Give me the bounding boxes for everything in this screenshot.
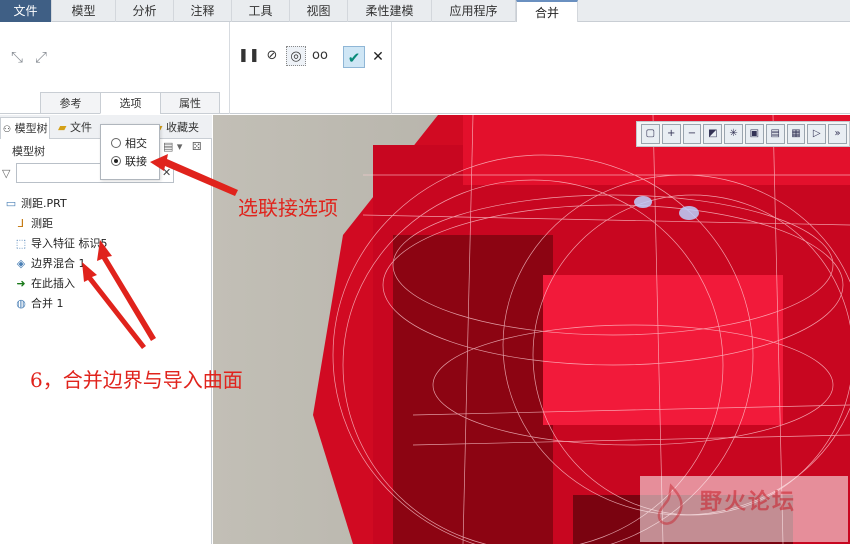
tab-merge[interactable]: 合并: [516, 0, 578, 22]
more-icon[interactable]: »: [828, 124, 847, 144]
ribbon-control-group: ❚❚ ⊘ ◎ oo: [230, 22, 392, 114]
option-intersect-label: 相交: [125, 137, 147, 150]
spin-center-icon[interactable]: ✳: [724, 124, 743, 144]
menu-bar: 文件 模型 分析 注释 工具 视图 柔性建模 应用程序 合并: [0, 0, 850, 22]
import-feature-icon: ⬚: [15, 237, 27, 250]
tree-item-label: 测距: [31, 217, 53, 230]
tree-item-label: 在此插入: [31, 277, 75, 290]
boundary-blend-icon: ◈: [16, 257, 26, 270]
cancel-button[interactable]: ✕: [370, 46, 386, 68]
insert-here-arrow-icon: ➜: [16, 277, 26, 290]
tree-item-csys[interactable]: ⅃ 测距: [14, 215, 53, 233]
tab-tools[interactable]: 工具: [232, 0, 290, 22]
zoom-out-icon[interactable]: −: [682, 124, 702, 144]
tab-model-tree[interactable]: ⚇ 模型树: [0, 117, 50, 139]
tab-favorites-label: 收藏夹: [165, 121, 199, 134]
view-manager-icon[interactable]: ▦: [786, 124, 806, 144]
part-icon: ▭: [5, 197, 17, 210]
merge-icon: ◍: [16, 297, 26, 310]
tab-model[interactable]: 模型: [52, 0, 116, 22]
preview-icon[interactable]: ◎: [286, 46, 306, 66]
watermark-logo: [657, 483, 683, 525]
check-icon: ✔: [347, 49, 361, 67]
tree-item-merge[interactable]: ◍ 合并 1: [14, 295, 64, 313]
tree-item-label: 边界混合 1: [31, 257, 86, 270]
filter-icon[interactable]: ▽: [2, 167, 16, 181]
option-join[interactable]: 联接: [111, 153, 147, 169]
ribbon-left-group: ⤡ ⤢ 参考 选项 属性: [0, 22, 230, 114]
tree-item-import-feature[interactable]: ⬚ 导入特征 标识5: [14, 235, 108, 253]
tree-item-label: 合并 1: [31, 297, 64, 310]
app-window: 文件 模型 分析 注释 工具 视图 柔性建模 应用程序 合并 ⤡ ⤢ 参考 选项…: [0, 0, 850, 544]
flip-direction-2-icon[interactable]: ⤢: [32, 48, 50, 66]
close-icon: ✕: [372, 49, 384, 65]
display-style-icon[interactable]: ▣: [744, 124, 764, 144]
panel-title: 模型树: [12, 145, 45, 158]
annotation-pick-join: 选联接选项: [238, 196, 338, 220]
file-menu[interactable]: 文件: [0, 0, 52, 22]
ribbon: ⤡ ⤢ 参考 选项 属性 ❚❚ ⊘ ◎ oo ✔ ✕: [0, 22, 850, 114]
flip-direction-icon[interactable]: ⤡: [8, 48, 26, 66]
tab-favorites[interactable]: ▰ 收藏夹: [152, 117, 210, 139]
clear-search-icon[interactable]: ✕: [162, 166, 171, 179]
tab-analysis[interactable]: 分析: [116, 0, 174, 22]
tab-annotate[interactable]: 注释: [174, 0, 232, 22]
model-tree-icon: ⚇: [3, 125, 12, 135]
tab-files-label: 文件: [69, 121, 92, 134]
tree-item-boundary-blend[interactable]: ◈ 边界混合 1: [14, 255, 86, 273]
annotation-step6: 6，合并边界与导入曲面: [30, 368, 243, 392]
tree-item-part[interactable]: ▭ 测距.PRT: [4, 195, 67, 213]
pause-icon[interactable]: ❚❚: [238, 46, 260, 66]
subtab-references[interactable]: 参考: [40, 92, 100, 114]
option-intersect[interactable]: 相交: [111, 135, 147, 151]
zoom-in-icon[interactable]: +: [661, 124, 681, 144]
coordinate-system-icon: ⅃: [17, 217, 25, 230]
option-join-label: 联接: [125, 155, 147, 168]
show-icon[interactable]: ⚄: [192, 140, 202, 153]
settings-dropdown-icon[interactable]: ▤ ▾: [163, 140, 182, 153]
panel-tool-icons: ▤ ▾ ⚄: [163, 140, 201, 153]
tab-files[interactable]: ▰ 文件: [56, 117, 104, 139]
options-dropdown: 相交 联接: [100, 124, 160, 180]
subtab-properties[interactable]: 属性: [160, 92, 220, 114]
stop-icon[interactable]: ⊘: [262, 46, 282, 66]
ok-button[interactable]: ✔: [343, 46, 365, 68]
repaint-icon[interactable]: ◩: [703, 124, 723, 144]
ribbon-subtabs: 参考 选项 属性: [40, 92, 220, 114]
tree-item-label: 导入特征 标识5: [31, 237, 108, 250]
tab-view[interactable]: 视图: [290, 0, 348, 22]
view-toolbar: ▢ + − ◩ ✳ ▣ ▤ ▦ ▷ »: [636, 121, 850, 147]
glasses-icon[interactable]: oo: [310, 46, 330, 66]
join-radio[interactable]: [111, 156, 121, 166]
tab-flexible-modeling[interactable]: 柔性建模: [348, 0, 432, 22]
tree-item-label: 测距.PRT: [21, 197, 67, 210]
intersect-radio[interactable]: [111, 138, 121, 148]
tab-applications[interactable]: 应用程序: [432, 0, 516, 22]
tab-model-tree-label: 模型树: [14, 122, 48, 135]
tree-item-insert-here[interactable]: ➜ 在此插入: [14, 275, 75, 293]
subtab-options[interactable]: 选项: [100, 92, 160, 114]
refit-icon[interactable]: ▢: [641, 124, 660, 144]
watermark-text: 野火论坛: [700, 490, 797, 515]
saved-orientations-icon[interactable]: ▤: [765, 124, 785, 144]
folder-icon: ▰: [58, 121, 67, 134]
perspective-icon[interactable]: ▷: [807, 124, 827, 144]
